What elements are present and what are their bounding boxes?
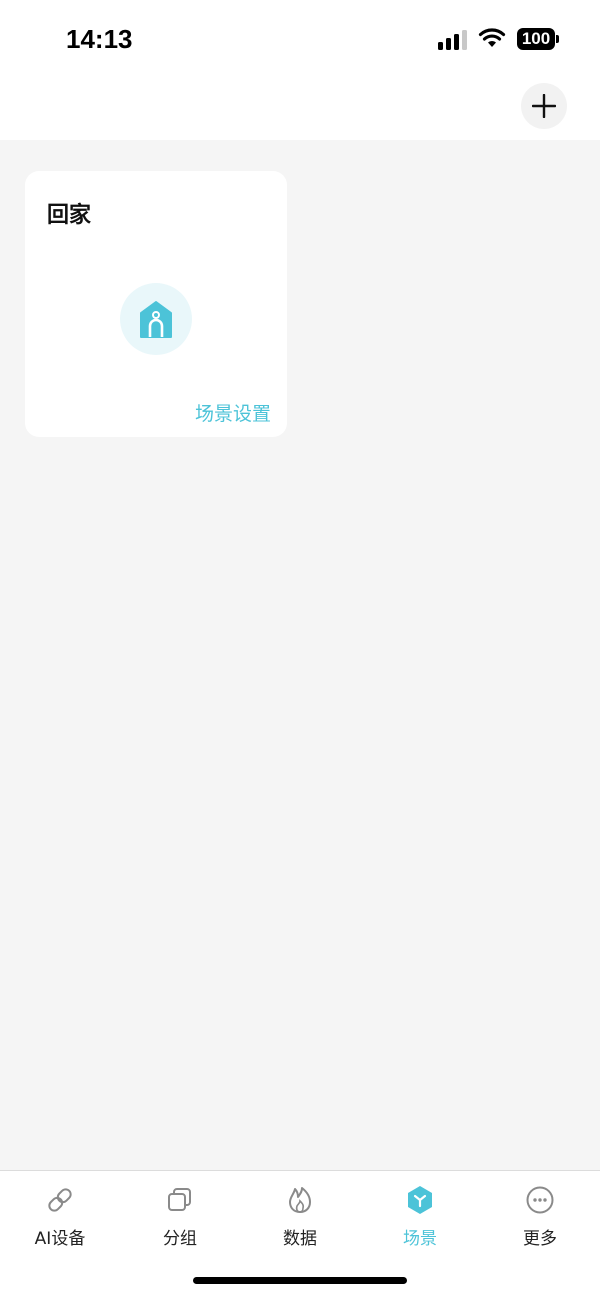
home-icon — [140, 301, 172, 338]
flame-icon — [289, 1187, 311, 1213]
scene-icon-badge — [120, 283, 192, 355]
scene-settings-link[interactable]: 场景设置 — [195, 399, 271, 426]
copy-icon — [168, 1188, 191, 1211]
tab-label: 数据 — [283, 1229, 317, 1249]
link-icon — [48, 1188, 72, 1212]
status-bar: 14:13 100 — [0, 0, 600, 80]
tab-label: 分组 — [163, 1229, 197, 1249]
battery-indicator: 100 — [517, 28, 555, 50]
more-dots-icon — [526, 1186, 554, 1214]
cellular-signal-icon — [438, 30, 470, 50]
scene-card[interactable]: 回家 场景设置 — [25, 171, 287, 437]
tab-label: 更多 — [523, 1229, 557, 1249]
wifi-icon — [478, 28, 506, 47]
scene-title: 回家 — [47, 203, 92, 228]
scene-cube-icon — [408, 1186, 432, 1214]
top-header — [0, 80, 600, 140]
tab-label: AI设备 — [34, 1229, 86, 1249]
tab-more[interactable]: 更多 — [480, 1171, 600, 1261]
tab-scenes[interactable]: 场景 — [360, 1171, 480, 1261]
tab-ai-devices[interactable]: AI设备 — [0, 1171, 120, 1261]
status-time: 14:13 — [66, 24, 133, 54]
add-scene-button[interactable] — [521, 83, 567, 129]
battery-cap — [556, 35, 559, 43]
tab-label: 场景 — [403, 1229, 437, 1249]
tab-groups[interactable]: 分组 — [120, 1171, 240, 1261]
plus-icon — [532, 94, 556, 118]
tab-data[interactable]: 数据 — [240, 1171, 360, 1261]
home-indicator[interactable] — [193, 1277, 407, 1284]
